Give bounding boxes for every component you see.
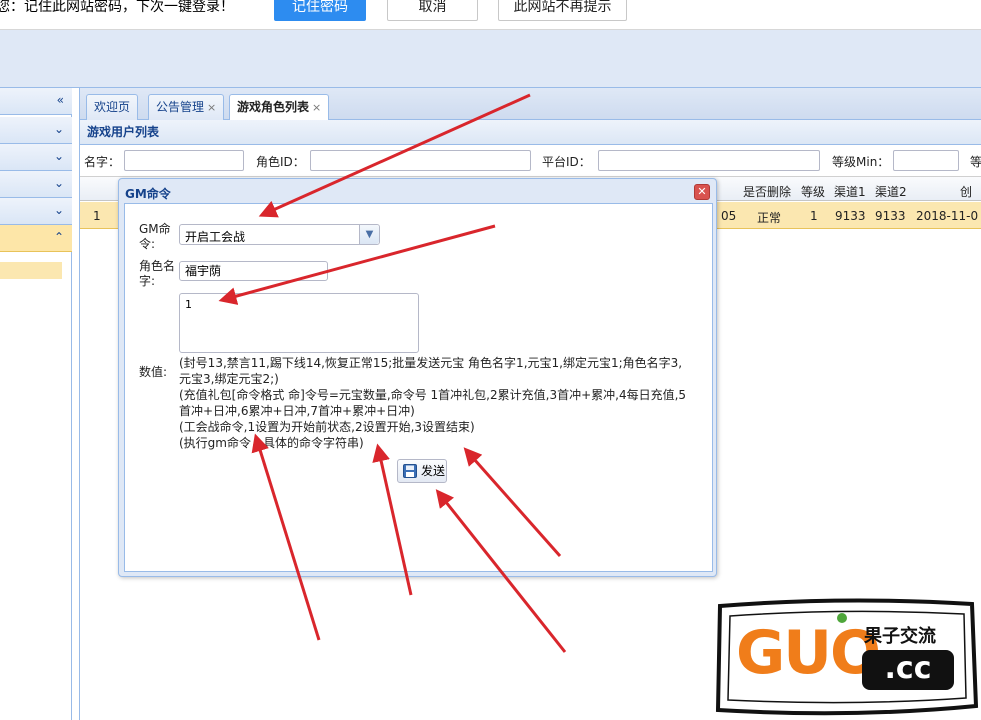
double-chevron-down-icon: ⌄ — [53, 203, 64, 217]
name-label: 名字： — [84, 155, 121, 169]
hint-line: (执行gm命令，具体的命令字符串) — [179, 436, 364, 450]
hint-line: (工会战命令,1设置为开始前状态,2设置开始,3设置结束) — [179, 420, 475, 434]
platform-id-input[interactable] — [598, 150, 820, 171]
level-min-input[interactable] — [893, 150, 959, 171]
hint-line: (充值礼包[命令格式 命]令号=元宝数量,命令号 1首冲礼包,2累计充值,3首冲… — [179, 388, 687, 402]
watermark-tagline: 果子交流 — [864, 626, 936, 647]
close-icon[interactable]: × — [207, 101, 216, 114]
cell-level: 1 — [810, 209, 818, 223]
value-label: 数值: — [139, 365, 168, 379]
menu-subitem-selected[interactable] — [0, 262, 62, 279]
role-name-label: 角色名 字: — [139, 259, 176, 288]
tab-game-roles[interactable]: 游戏角色列表 × — [229, 94, 330, 121]
command-hint-text: (封号13,禁言11,踢下线14,恢复正常15;批量发送元宝 角色名字1,元宝1… — [179, 355, 699, 451]
gm-command-select[interactable]: 开启工会战 ▼ — [179, 224, 380, 245]
close-icon[interactable]: ✕ — [694, 184, 710, 200]
password-save-message: 您：记住此网站密码，下次一键登录！ — [0, 0, 234, 15]
column-header[interactable]: 等级 — [801, 183, 825, 200]
role-id-label: 角色ID： — [256, 155, 305, 169]
cell-partial: 05 — [721, 209, 737, 223]
column-header[interactable]: 是否删除 — [743, 183, 791, 200]
tab-label: 欢迎页 — [94, 100, 131, 114]
name-input[interactable] — [124, 150, 244, 171]
save-disk-icon — [403, 464, 417, 478]
remember-password-button[interactable]: 记住密码 — [274, 0, 366, 21]
level-min-label: 等级Min： — [832, 155, 890, 169]
close-icon[interactable]: × — [312, 101, 321, 114]
tab-welcome[interactable]: 欢迎页 — [86, 94, 139, 120]
menu-group-3[interactable]: ⌄ — [0, 171, 72, 198]
column-header[interactable]: 渠道2 — [875, 183, 907, 200]
role-id-input[interactable] — [310, 150, 531, 171]
menu-group-4[interactable]: ⌄ — [0, 198, 72, 225]
search-bar: 名字： 角色ID： 平台ID： 等级Min： 等 — [80, 146, 981, 176]
send-label: 发送 — [421, 464, 446, 478]
gm-command-label: GM命 令: — [139, 222, 171, 251]
value-textarea[interactable]: 1 — [179, 293, 419, 353]
role-name-input[interactable]: 福宇荫 — [179, 261, 328, 281]
panel-title: 游戏用户列表 — [80, 120, 981, 145]
hint-line: (封号13,禁言11,踢下线14,恢复正常15;批量发送元宝 角色名字1,元宝1… — [179, 356, 683, 370]
cancel-button[interactable]: 取消 — [387, 0, 478, 21]
menu-group-2[interactable]: ⌄ — [0, 144, 72, 171]
send-button[interactable]: 发送 — [397, 459, 447, 483]
menu-group-5-active[interactable]: ⌃ — [0, 225, 72, 252]
password-save-bar: 您：记住此网站密码，下次一键登录！ 记住密码 取消 此网站不再提示 — [0, 0, 981, 30]
tab-strip: 欢迎页 公告管理 × 游戏角色列表 × — [80, 88, 981, 121]
hint-line: 首冲+日冲,6累冲+日冲,7首冲+累冲+日冲) — [179, 404, 415, 418]
column-header[interactable]: 渠道1 — [834, 183, 866, 200]
level-max-label: 等 — [970, 155, 981, 169]
watermark-big-text: GUO — [736, 618, 881, 688]
cell-channel1: 9133 — [835, 209, 866, 223]
hint-line: 元宝3,绑定元宝2;) — [179, 372, 279, 386]
app-header — [0, 30, 981, 88]
tab-announcements[interactable]: 公告管理 × — [148, 94, 225, 120]
cell-deleted: 正常 — [757, 211, 782, 225]
gm-command-dialog: GM命令 ✕ GM命 令: 开启工会战 ▼ 角色名 字: 福宇荫 1 数值: (… — [118, 178, 717, 577]
chevron-down-icon[interactable]: ▼ — [359, 225, 379, 244]
tab-label: 公告管理 — [156, 100, 205, 114]
left-menu-panel: « ⌄ ⌄ ⌄ ⌄ ⌃ — [0, 88, 72, 720]
menu-group-1[interactable]: ⌄ — [0, 117, 72, 144]
dialog-body: GM命 令: 开启工会战 ▼ 角色名 字: 福宇荫 1 数值: (封号13,禁言… — [124, 203, 713, 572]
dialog-title: GM命令 — [125, 187, 171, 201]
double-chevron-down-icon: ⌄ — [53, 122, 64, 136]
row-index: 1 — [93, 209, 101, 223]
watermark-domain: .cc — [862, 650, 954, 690]
double-chevron-down-icon: ⌄ — [53, 149, 64, 163]
guo-cc-watermark: GUO .cc 果子交流 — [714, 598, 979, 716]
double-chevron-left-icon: « — [56, 93, 64, 107]
never-prompt-button[interactable]: 此网站不再提示 — [498, 0, 627, 21]
platform-id-label: 平台ID： — [542, 155, 591, 169]
gm-command-value: 开启工会战 — [185, 230, 246, 244]
double-chevron-up-icon: ⌃ — [53, 230, 64, 244]
double-chevron-down-icon: ⌄ — [53, 176, 64, 190]
cell-created: 2018-11-0 — [916, 209, 979, 223]
menu-collapse-toggle[interactable]: « — [0, 88, 72, 115]
tab-label: 游戏角色列表 — [237, 100, 310, 114]
cell-channel2: 9133 — [875, 209, 906, 223]
